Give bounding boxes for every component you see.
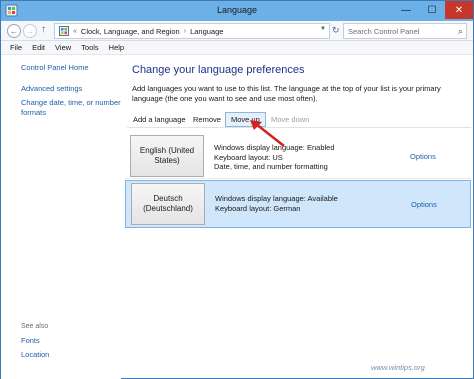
options-link-deutsch[interactable]: Options: [411, 200, 437, 209]
language-row-deutsch[interactable]: Deutsch (Deutschland) Windows display la…: [125, 180, 471, 228]
keyboard-layout: Keyboard layout: US: [214, 152, 283, 162]
page-description: Add languages you want to use to this li…: [132, 84, 441, 103]
language-row-english[interactable]: English (United States) Windows display …: [125, 133, 471, 179]
up-button[interactable]: ↑: [41, 24, 46, 35]
menu-view[interactable]: View: [50, 41, 76, 54]
main-content: Change your language preferences Add lan…: [121, 55, 473, 379]
sidebar-link-location[interactable]: Location: [21, 350, 121, 360]
sidebar-link-control-panel-home[interactable]: Control Panel Home: [21, 63, 121, 73]
page-title: Change your language preferences: [132, 64, 305, 76]
back-button[interactable]: ←: [7, 24, 21, 38]
address-overflow-chevron[interactable]: «: [73, 28, 77, 35]
sidebar-link-fonts[interactable]: Fonts: [21, 336, 121, 346]
sidebar: Control Panel Home Advanced settings Cha…: [1, 55, 121, 379]
control-panel-window: Language — ☐ ✕ ← → ↑ « Clock, Language, …: [0, 0, 474, 379]
address-bar: ← → ↑ « Clock, Language, and Region › La…: [1, 21, 473, 41]
remove-button[interactable]: Remove: [189, 114, 225, 125]
arrow-left-icon: ←: [10, 26, 18, 36]
breadcrumb-clock-language-region[interactable]: Clock, Language, and Region: [81, 27, 180, 36]
watermark: www.wintips.org: [371, 363, 425, 372]
menu-tools[interactable]: Tools: [76, 41, 104, 54]
language-name-english[interactable]: English (United States): [130, 135, 204, 177]
formatting-info: Date, time, and number formatting: [214, 162, 328, 171]
language-details: Windows display language: Available Keyb…: [215, 194, 338, 213]
search-icon[interactable]: ⌕: [458, 26, 463, 37]
search-placeholder: Search Control Panel: [348, 27, 420, 36]
maximize-button[interactable]: ☐: [419, 1, 445, 19]
red-arrow-annotation: [250, 120, 285, 147]
display-language-status: Windows display language: Available: [215, 194, 338, 203]
menu-edit[interactable]: Edit: [27, 41, 50, 54]
arrow-right-icon: →: [26, 26, 34, 36]
close-button[interactable]: ✕: [445, 1, 473, 19]
language-name-deutsch[interactable]: Deutsch (Deutschland): [131, 183, 205, 225]
options-link-english[interactable]: Options: [410, 152, 436, 161]
chevron-down-icon[interactable]: ▼: [320, 26, 326, 32]
title-bar: Language — ☐ ✕: [1, 1, 473, 21]
search-input[interactable]: Search Control Panel ⌕: [343, 23, 467, 39]
language-toolbar: Add a language Remove Move up Move down: [127, 112, 471, 128]
add-language-button[interactable]: Add a language: [129, 114, 190, 125]
see-also-label: See also: [21, 323, 49, 330]
refresh-icon[interactable]: ↻: [332, 25, 340, 36]
address-field[interactable]: « Clock, Language, and Region › Language: [54, 23, 330, 39]
keyboard-layout: Keyboard layout: German: [215, 203, 301, 213]
menu-file[interactable]: File: [5, 41, 27, 54]
arrow-up-icon: ↑: [41, 24, 46, 35]
menu-bar: File Edit View Tools Help: [1, 41, 473, 55]
menu-help[interactable]: Help: [104, 41, 129, 54]
sidebar-link-advanced-settings[interactable]: Advanced settings: [21, 84, 121, 94]
sidebar-link-change-date-time[interactable]: Change date, time, or number formats: [21, 98, 121, 118]
forward-button[interactable]: →: [23, 24, 37, 38]
minimize-button[interactable]: —: [393, 1, 419, 19]
breadcrumb-language[interactable]: Language: [190, 27, 223, 36]
control-panel-icon: [59, 26, 69, 36]
breadcrumb-separator[interactable]: ›: [184, 28, 186, 35]
